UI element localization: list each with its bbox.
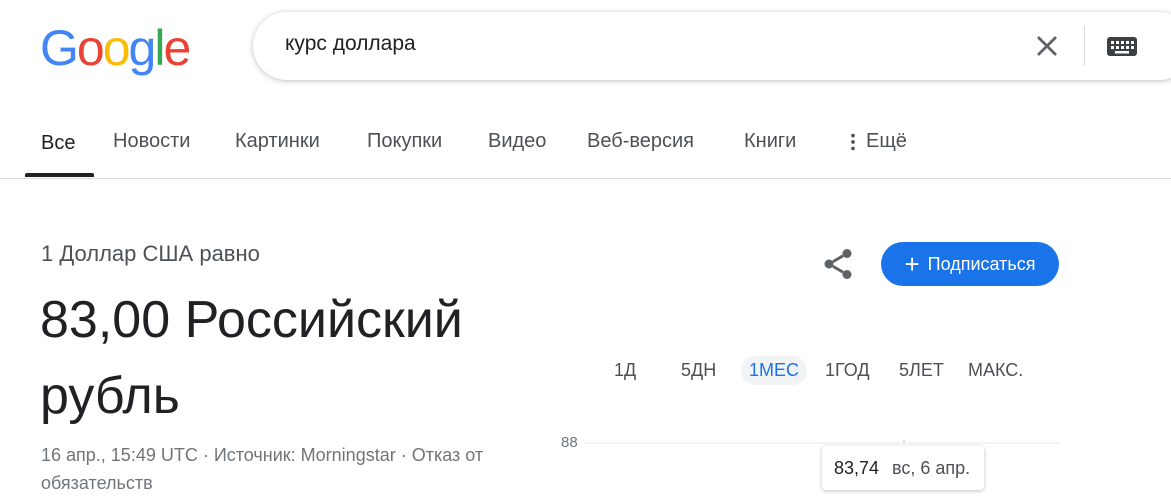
share-icon[interactable] (820, 246, 856, 282)
tab-images[interactable]: Картинки (235, 130, 320, 153)
tab-all[interactable]: Все (41, 132, 75, 155)
converter-from-label: 1 Доллар США равно (41, 241, 260, 266)
more-vert-icon (851, 133, 855, 150)
converter-result: 83,00 Российский рубль (40, 291, 463, 425)
range-max[interactable]: МАКС. (968, 360, 1023, 381)
range-5y[interactable]: 5ЛЕТ (899, 360, 944, 381)
range-5d[interactable]: 5ДН (681, 360, 716, 381)
range-1m[interactable]: 1МЕС (741, 356, 808, 385)
tabs-divider (0, 178, 1171, 179)
logo-letter: l (154, 20, 165, 76)
search-box[interactable]: курс доллара (253, 12, 1171, 80)
tab-more-label: Ещё (866, 130, 907, 152)
subscribe-button[interactable]: + Подписаться (881, 242, 1059, 286)
google-logo[interactable]: Google (40, 18, 191, 78)
logo-letter: o (102, 20, 131, 76)
range-1y[interactable]: 1ГОД (825, 360, 870, 381)
logo-letter: G (40, 20, 79, 76)
logo-text: Google (40, 18, 191, 78)
logo-letter: e (163, 20, 191, 76)
tab-books[interactable]: Книги (744, 130, 796, 153)
subscribe-label: Подписаться (927, 253, 1036, 274)
logo-letter: o (76, 20, 105, 76)
y-tick-label: 88 (561, 434, 578, 451)
tab-shopping[interactable]: Покупки (367, 130, 442, 153)
tooltip-date: вс, 6 апр. (892, 458, 971, 478)
rate-chart[interactable]: 88 (555, 425, 1071, 483)
search-divider (1084, 26, 1085, 66)
tab-news[interactable]: Новости (113, 130, 190, 153)
tab-web[interactable]: Веб-версия (587, 130, 694, 153)
tab-more[interactable]: Ещё (846, 130, 907, 153)
search-tabs: Все Новости Картинки Покупки Видео Веб-в… (0, 110, 1171, 178)
logo-letter: g (128, 20, 157, 76)
active-tab-indicator (25, 173, 94, 177)
range-1d[interactable]: 1Д (614, 360, 636, 381)
chart-tooltip: 83,74 вс, 6 апр. (822, 446, 984, 490)
keyboard-icon[interactable] (1106, 32, 1138, 60)
close-icon[interactable] (1033, 32, 1061, 60)
tooltip-value: 83,74 (834, 458, 880, 478)
tab-videos[interactable]: Видео (488, 130, 546, 153)
plus-icon: + (904, 249, 920, 279)
converter-meta: 16 апр., 15:49 UTC · Источник: Morningst… (41, 445, 484, 493)
search-input[interactable]: курс доллара (285, 32, 416, 56)
